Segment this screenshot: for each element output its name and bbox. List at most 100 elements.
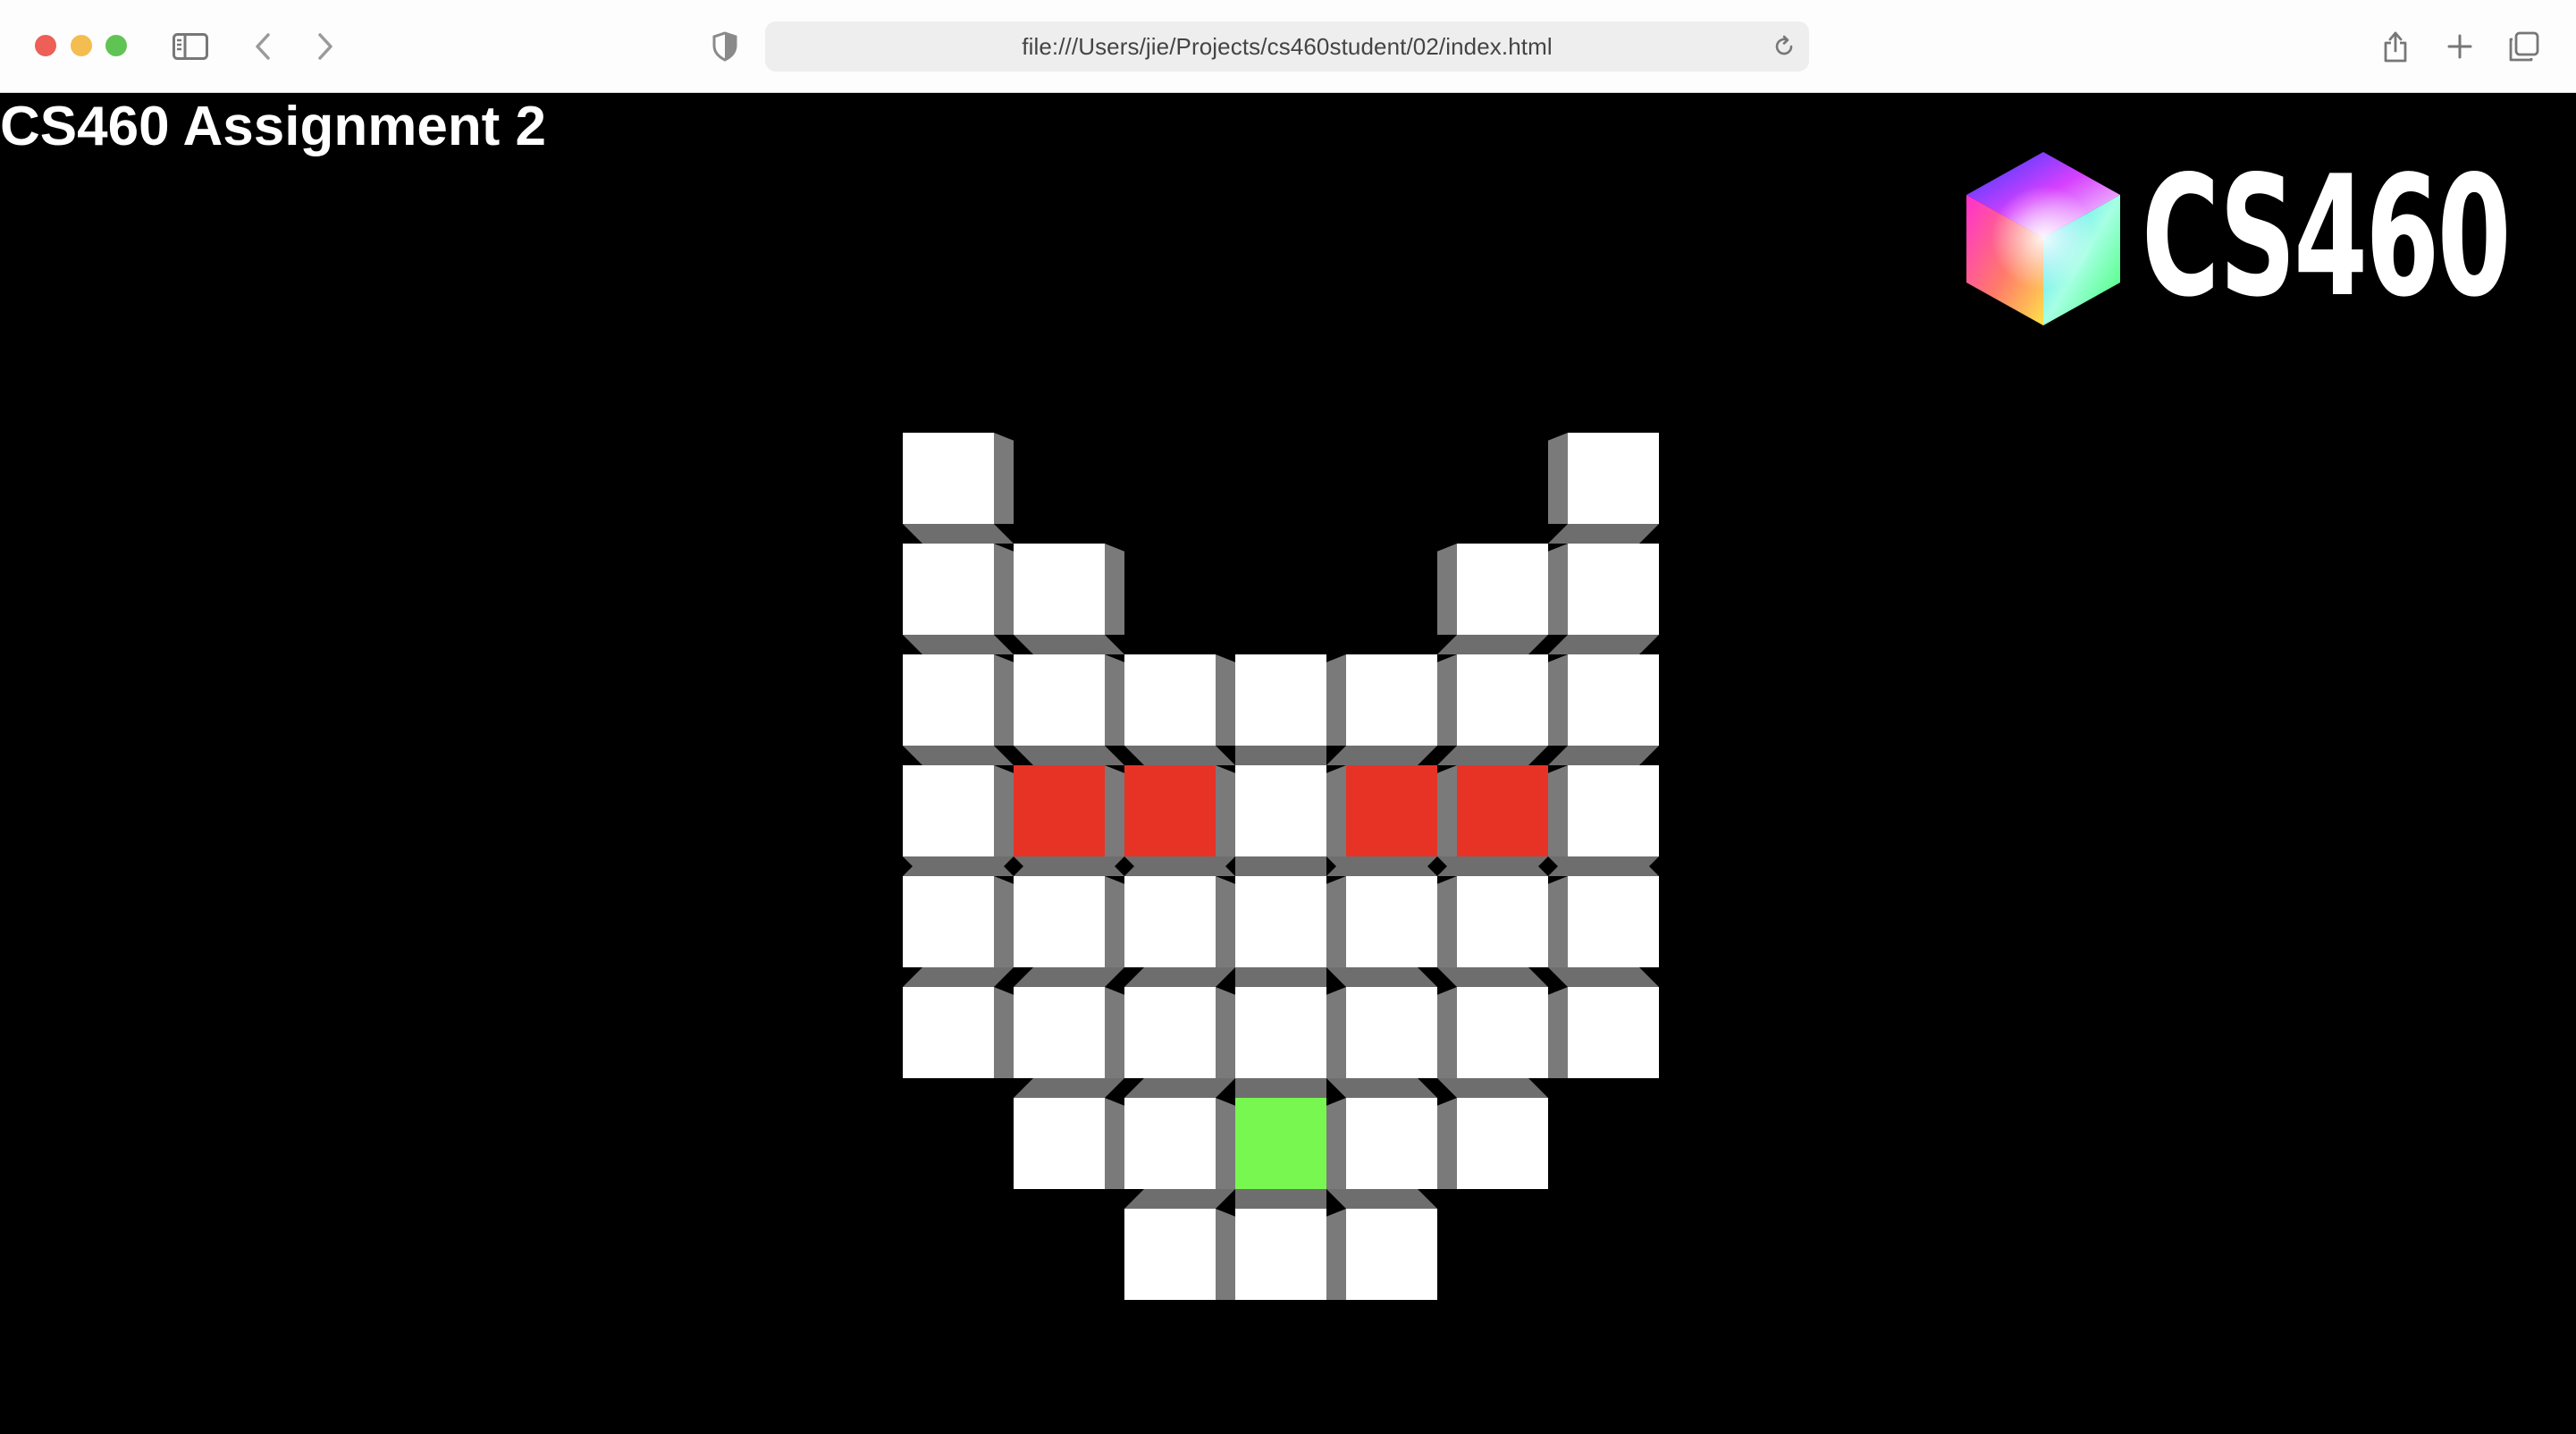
cube-top-face [1235, 856, 1326, 876]
cube-side-face [1548, 765, 1568, 856]
cs460-logo: CS460 [1966, 143, 2512, 336]
white-cube [1568, 765, 1659, 856]
white-cube [1235, 1209, 1326, 1300]
share-button[interactable] [2372, 23, 2419, 70]
cube-top-face [903, 967, 1014, 987]
cube-side-face [994, 544, 1014, 635]
white-cube [1235, 654, 1326, 746]
red-cube [1346, 765, 1437, 856]
white-cube [1124, 987, 1216, 1078]
red-cube [1014, 765, 1105, 856]
white-cube [903, 765, 994, 856]
white-cube [1457, 544, 1548, 635]
cube-side-face [1326, 987, 1346, 1078]
sidebar-toggle-button[interactable] [167, 23, 214, 70]
cube-bottom-face [1235, 746, 1326, 765]
white-cube [1568, 433, 1659, 524]
white-cube [1124, 1098, 1216, 1189]
cube-side-face [1216, 1098, 1235, 1189]
cube-side-face [1326, 1098, 1346, 1189]
cube-side-face [1105, 654, 1124, 746]
cube-bottom-face [903, 524, 1014, 544]
url-text[interactable]: file:///Users/jie/Projects/cs460student/… [1022, 33, 1552, 61]
white-cube [1014, 1098, 1105, 1189]
cube-side-face [1105, 544, 1124, 635]
browser-toolbar: file:///Users/jie/Projects/cs460student/… [0, 0, 2576, 93]
red-cube [1457, 765, 1548, 856]
sidebar-icon [173, 33, 208, 60]
cube-side-face [1326, 876, 1346, 967]
cube-side-face [1437, 876, 1457, 967]
reload-icon[interactable] [1772, 34, 1797, 59]
privacy-report-button[interactable] [702, 23, 748, 70]
white-cube [1346, 1209, 1437, 1300]
cube-top-face [1437, 1078, 1548, 1098]
white-cube [1346, 987, 1437, 1078]
white-cube [1568, 654, 1659, 746]
cube-top-face [1437, 967, 1548, 987]
white-cube [1124, 876, 1216, 967]
white-cube [1124, 1209, 1216, 1300]
cube-side-face [1326, 1209, 1346, 1300]
white-cube [1235, 765, 1326, 856]
cube-side-face [1105, 765, 1124, 856]
new-tab-button[interactable] [2437, 23, 2483, 70]
plus-icon [2447, 34, 2472, 59]
cube-bottom-face [1014, 746, 1124, 765]
cube-top-face [1124, 1078, 1235, 1098]
cube-side-face [994, 876, 1014, 967]
chevron-left-icon [256, 33, 270, 60]
cube-bottom-face [1548, 524, 1659, 544]
cube-top-face [1124, 1189, 1235, 1209]
white-cube [903, 654, 994, 746]
white-cube [1457, 1098, 1548, 1189]
white-cube [903, 987, 994, 1078]
cube-bottom-face [1548, 746, 1659, 765]
cube-side-face [1216, 654, 1235, 746]
close-window-button[interactable] [35, 35, 56, 56]
cube-grid [903, 433, 1659, 1300]
white-cube [1346, 1098, 1437, 1189]
cube-side-face [1548, 433, 1568, 524]
white-cube [1346, 876, 1437, 967]
cube-side-face [1105, 876, 1124, 967]
cube-top-face [1548, 967, 1659, 987]
page-canvas[interactable]: CS460 Assignment 2 CS460 [0, 93, 2576, 1434]
cube-top-face [1326, 967, 1437, 987]
cube-side-face [1437, 1098, 1457, 1189]
cube-side-face [994, 987, 1014, 1078]
cube-bottom-face [1437, 635, 1548, 654]
maximize-window-button[interactable] [105, 35, 127, 56]
minimize-window-button[interactable] [71, 35, 92, 56]
rgb-cube-icon [1966, 152, 2120, 325]
white-cube [1235, 876, 1326, 967]
cube-side-face [1105, 1098, 1124, 1189]
cube-bottom-face [1548, 635, 1659, 654]
cube-top-face [1326, 1078, 1437, 1098]
white-cube [1346, 654, 1437, 746]
cube-top-face [1326, 1189, 1437, 1209]
cube-side-face [1437, 544, 1457, 635]
white-cube [1014, 654, 1105, 746]
white-cube [1457, 654, 1548, 746]
cube-bottom-face [1326, 746, 1437, 765]
cube-top-face [1235, 1078, 1326, 1098]
cube-top-face [1235, 967, 1326, 987]
page-title: CS460 Assignment 2 [0, 96, 547, 157]
cube-top-face [1235, 1189, 1326, 1209]
back-button[interactable] [240, 23, 286, 70]
cube-top-face [1124, 967, 1235, 987]
address-bar[interactable]: file:///Users/jie/Projects/cs460student/… [765, 21, 1809, 72]
cube-side-face [1437, 765, 1457, 856]
tab-overview-button[interactable] [2501, 23, 2547, 70]
cube-side-face [1548, 654, 1568, 746]
white-cube [1568, 876, 1659, 967]
forward-button[interactable] [302, 23, 349, 70]
white-cube [1014, 876, 1105, 967]
cube-side-face [1326, 765, 1346, 856]
white-cube [1457, 876, 1548, 967]
cube-top-face [1014, 967, 1124, 987]
white-cube [903, 876, 994, 967]
cube-side-face [1548, 544, 1568, 635]
cube-bottom-face [903, 635, 1014, 654]
